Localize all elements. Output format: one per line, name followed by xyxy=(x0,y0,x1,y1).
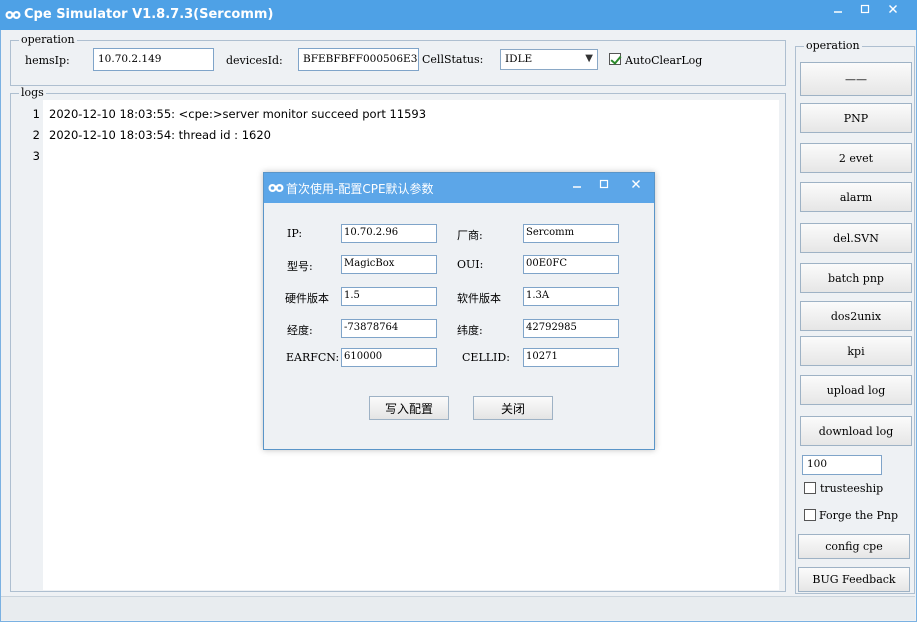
cell-status-value: IDLE xyxy=(505,53,533,65)
vendor-input[interactable]: Sercomm xyxy=(523,224,619,243)
longitude-label: 经度: xyxy=(287,324,313,337)
logs-group-label: logs xyxy=(19,86,46,99)
devices-id-label: devicesId: xyxy=(226,54,283,67)
software-version-label: 软件版本 xyxy=(457,292,501,305)
model-input[interactable]: MagicBox xyxy=(341,255,437,274)
hems-ip-label: hemsIp: xyxy=(25,54,70,67)
dialog-title-bar: 首次使用-配置CPE默认参数 xyxy=(264,173,654,203)
count-input[interactable]: 100 xyxy=(802,455,882,475)
ip-input[interactable]: 10.70.2.96 xyxy=(341,224,437,243)
download-log-button[interactable]: download log xyxy=(800,416,912,446)
autoclear-label: AutoClearLog xyxy=(625,54,703,67)
close-icon xyxy=(889,5,897,13)
kpi-button[interactable]: kpi xyxy=(800,336,912,366)
minimize-icon xyxy=(573,186,581,188)
chevron-down-icon: ▼ xyxy=(585,53,593,64)
close-icon xyxy=(632,180,640,188)
dialog-body: IP: 10.70.2.96 厂商: Sercomm 型号: MagicBox … xyxy=(264,203,654,449)
model-label: 型号: xyxy=(287,260,313,273)
autoclear-checkbox[interactable] xyxy=(609,53,621,65)
dialog-close-button[interactable] xyxy=(622,175,650,193)
longitude-input[interactable]: -73878764 xyxy=(341,319,437,338)
window-title: Cpe Simulator V1.8.7.3(Sercomm) xyxy=(24,7,274,22)
dialog-close-action-button[interactable]: 关闭 xyxy=(473,396,553,420)
pnp-button[interactable]: PNP xyxy=(800,103,912,133)
earfcn-input[interactable]: 610000 xyxy=(341,348,437,367)
operation-group-label: operation xyxy=(19,33,77,46)
title-bar: Cpe Simulator V1.8.7.3(Sercomm) xyxy=(0,0,917,30)
status-bar xyxy=(1,596,915,620)
restore-icon xyxy=(599,179,609,189)
vendor-label: 厂商: xyxy=(457,229,483,242)
line-number: 2 xyxy=(32,128,40,142)
app-logo-icon xyxy=(5,11,21,19)
close-button[interactable] xyxy=(879,0,907,18)
software-version-input[interactable]: 1.3A xyxy=(523,287,619,306)
del-svn-button[interactable]: del.SVN xyxy=(800,223,912,253)
dialog-title: 首次使用-配置CPE默认参数 xyxy=(286,182,434,196)
write-config-button[interactable]: 写入配置 xyxy=(369,396,449,420)
batch-pnp-button[interactable]: batch pnp xyxy=(800,263,912,293)
log-scrollbar[interactable] xyxy=(779,100,785,590)
devices-id-input[interactable]: BFEBFBFF000506E3 xyxy=(298,48,419,71)
forge-pnp-label: Forge the Pnp xyxy=(819,509,898,522)
cellid-input[interactable]: 10271 xyxy=(523,348,619,367)
config-dialog: 首次使用-配置CPE默认参数 IP: 10.70.2.96 厂商: Sercom… xyxy=(263,172,655,450)
trusteeship-label: trusteeship xyxy=(820,482,884,495)
cell-status-select[interactable]: IDLE ▼ xyxy=(500,49,598,70)
dialog-minimize-button[interactable] xyxy=(563,175,591,193)
earfcn-label: EARFCN: xyxy=(286,351,340,364)
upload-log-button[interactable]: upload log xyxy=(800,375,912,405)
line-number: 1 xyxy=(32,107,40,121)
cellid-label: CELLID: xyxy=(462,351,510,364)
hardware-version-label: 硬件版本 xyxy=(285,292,329,305)
separator-button[interactable]: —— xyxy=(800,62,912,96)
log-line: 2020-12-10 18:03:55: <cpe:>server monito… xyxy=(49,107,427,121)
hardware-version-input[interactable]: 1.5 xyxy=(341,287,437,306)
restore-icon xyxy=(860,4,870,14)
alarm-button[interactable]: alarm xyxy=(800,182,912,212)
minimize-button[interactable] xyxy=(824,0,852,18)
forge-pnp-checkbox[interactable] xyxy=(804,509,816,521)
line-number-gutter xyxy=(12,100,42,590)
ip-label: IP: xyxy=(287,227,303,240)
two-event-button[interactable]: 2 evet xyxy=(800,143,912,173)
line-number: 3 xyxy=(32,149,40,163)
cell-status-label: CellStatus: xyxy=(422,53,484,66)
oui-input[interactable]: 00E0FC xyxy=(523,255,619,274)
app-logo-icon xyxy=(268,184,284,192)
trusteeship-checkbox[interactable] xyxy=(804,482,816,494)
bug-feedback-button[interactable]: BUG Feedback xyxy=(798,567,910,592)
dos2unix-button[interactable]: dos2unix xyxy=(800,301,912,331)
latitude-input[interactable]: 42792985 xyxy=(523,319,619,338)
oui-label: OUI: xyxy=(457,258,484,271)
log-line: 2020-12-10 18:03:54: thread id : 1620 xyxy=(49,128,271,142)
sidebar-group-label: operation xyxy=(804,39,862,52)
restore-button[interactable] xyxy=(851,0,879,18)
config-cpe-button[interactable]: config cpe xyxy=(798,534,910,559)
hems-ip-input[interactable]: 10.70.2.149 xyxy=(93,48,214,71)
minimize-icon xyxy=(834,11,842,13)
latitude-label: 纬度: xyxy=(457,324,483,337)
dialog-restore-button[interactable] xyxy=(590,175,618,193)
